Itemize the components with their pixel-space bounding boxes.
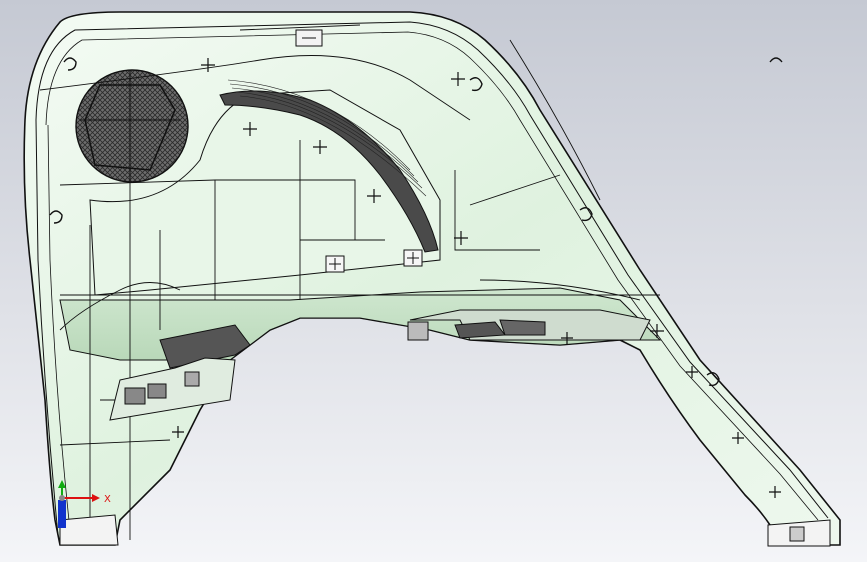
speaker-grille (75, 69, 189, 183)
bottom-right-bracket (767, 519, 831, 547)
top-clip (295, 29, 323, 47)
triad-x-label: X (104, 494, 111, 505)
triad-origin (59, 495, 65, 501)
axis-triad: X (58, 480, 111, 528)
triad-x-axis: X (62, 494, 111, 505)
door-trim-panel-model[interactable] (0, 0, 867, 562)
triad-z-axis (58, 500, 66, 528)
graphics-viewport[interactable]: X (0, 0, 867, 562)
